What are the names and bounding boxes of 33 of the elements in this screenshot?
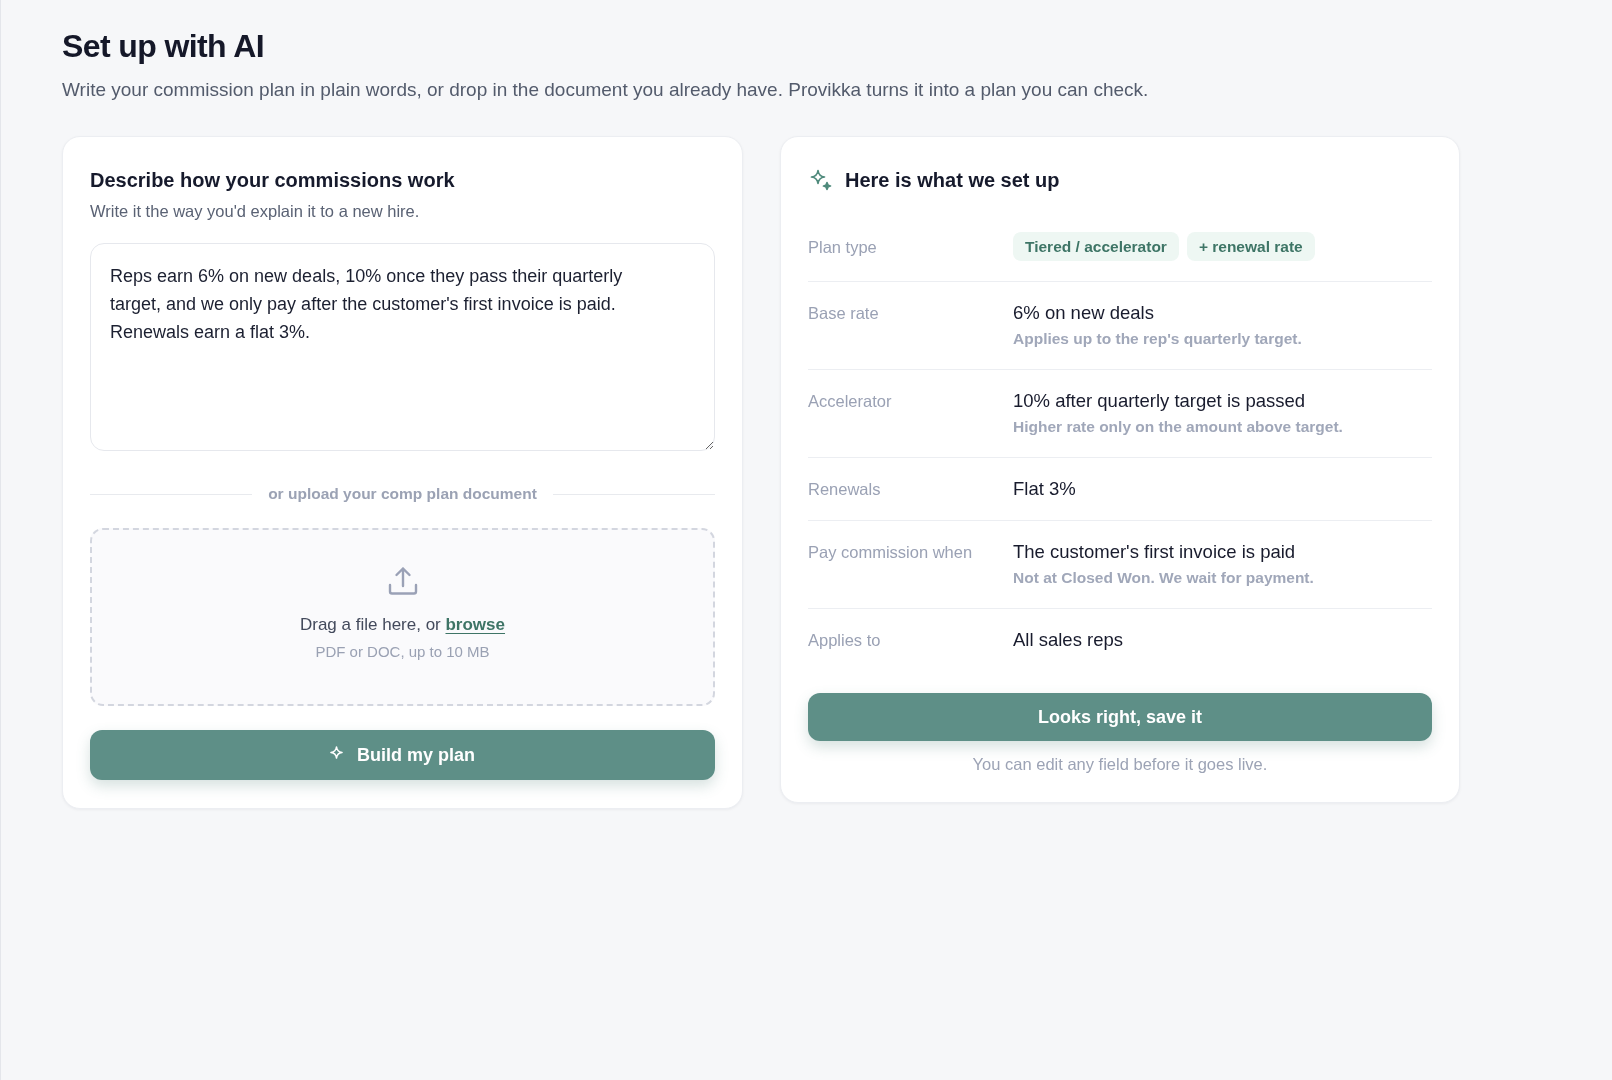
page-title: Set up with AI (62, 27, 265, 66)
field-value: 6% on new deals (1013, 302, 1154, 324)
file-dropzone[interactable]: Drag a file here, or browse PDF or DOC, up to 10 MB (90, 528, 715, 706)
field-label: Applies to (808, 630, 882, 651)
field-label: Renewals (808, 479, 882, 500)
dropzone-note: PDF or DOC, up to 10 MB (315, 642, 490, 662)
sparkle-icon (330, 745, 343, 759)
field-label: Plan type (808, 237, 878, 258)
field-value: All sales reps (1013, 629, 1123, 651)
field-value: Flat 3% (1013, 478, 1076, 500)
field-label: Accelerator (808, 391, 893, 412)
field-note: Applies up to the rep's quarterly target. (1013, 329, 1302, 349)
field-note: Higher rate only on the amount above target. (1013, 417, 1343, 437)
page-subtitle: Write your commission plan in plain words, or drop in the document you already have. Provikka turns it into a plan you can check. (62, 78, 1150, 102)
field-label: Pay commission when (808, 542, 974, 563)
save-footnote: You can edit any field before it goes live. (971, 754, 1269, 774)
upload-divider-label: or upload your comp plan document (268, 484, 537, 504)
dropzone-prompt: Drag a file here, or browse (299, 614, 505, 636)
upload-icon (387, 566, 418, 596)
plan-type-tag: + renewal rate (1186, 232, 1315, 261)
save-plan-button[interactable]: Looks right, save it (808, 693, 1432, 741)
card-title: Describe how your commissions work (90, 168, 456, 193)
card-hint: Write it the way you'd explain it to a new hire. (90, 201, 421, 221)
field-value: The customer's first invoice is paid (1013, 541, 1296, 563)
field-note: Not at Closed Won. We wait for payment. (1013, 568, 1314, 588)
build-plan-button[interactable]: Build my plan (90, 730, 715, 780)
browse-link[interactable]: browse (445, 615, 505, 634)
sparkles-icon (810, 169, 832, 191)
card-title: Here is what we set up (845, 168, 1060, 193)
field-value: 10% after quarterly target is passed (1013, 390, 1306, 412)
field-label: Base rate (808, 303, 880, 324)
description-field[interactable]: Reps earn 6% on new deals, 10% once they pass their quarterly target, and we only pay after the customer's first invoice is paid. Renewals earn a flat 3%. (90, 243, 715, 451)
plan-type-tag: Tiered / accelerator (1013, 232, 1179, 261)
